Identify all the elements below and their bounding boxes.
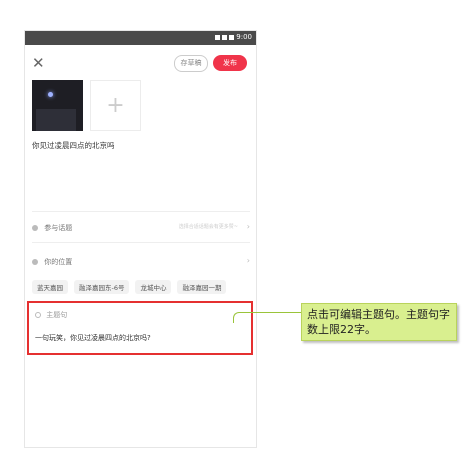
location-tag[interactable]: 龙城中心 — [135, 280, 172, 294]
theme-sentence-text[interactable]: 一句玩笑，你见过凌晨四点的北京吗? — [35, 333, 151, 343]
location-tag[interactable]: 融泽嘉园东-6号 — [74, 280, 130, 294]
status-time: 9:00 — [236, 33, 252, 41]
location-label: 你的位置 — [44, 258, 73, 266]
add-photo-button[interactable]: + — [90, 80, 141, 131]
location-icon — [32, 259, 38, 265]
topic-hint: 选择合适话题会有更多赞~ — [178, 224, 238, 230]
status-bar: 9:00 — [25, 31, 256, 45]
post-caption[interactable]: 你见过凌晨四点的北京吗 — [32, 140, 115, 151]
annotation-callout: 点击可编辑主题句。主题句字数上限22字。 — [301, 303, 457, 341]
topic-row[interactable]: 参与话题 选择合适话题会有更多赞~ › — [32, 222, 250, 233]
phone-screen: 9:00 ✕ 存草稿 发布 + 你见过凌晨四点的北京吗 参与话题 选择合适话题会… — [24, 30, 257, 448]
plus-icon: + — [106, 93, 125, 118]
location-tag[interactable]: 蓝天嘉园 — [32, 280, 68, 294]
topic-icon — [32, 225, 38, 231]
theme-label: 主题句 — [46, 311, 68, 319]
location-tag[interactable]: 融泽嘉园一期 — [177, 280, 227, 294]
close-icon[interactable]: ✕ — [32, 56, 45, 71]
publish-button[interactable]: 发布 — [213, 55, 247, 71]
topic-label: 参与话题 — [44, 224, 73, 232]
location-row[interactable]: 你的位置 › — [32, 256, 250, 267]
theme-icon — [35, 312, 41, 318]
photo-thumbnail[interactable] — [32, 80, 83, 131]
location-tags: 蓝天嘉园 融泽嘉园东-6号 龙城中心 融泽嘉园一期 — [32, 280, 227, 294]
save-draft-button[interactable]: 存草稿 — [174, 55, 208, 72]
battery-icon — [229, 34, 235, 40]
chevron-right-icon: › — [246, 256, 250, 265]
chevron-right-icon: › — [246, 222, 250, 231]
theme-sentence-box[interactable]: 主题句 一句玩笑，你见过凌晨四点的北京吗? — [27, 301, 253, 355]
signal-icon — [222, 34, 228, 40]
divider — [32, 242, 250, 243]
wifi-icon — [215, 34, 221, 40]
divider — [32, 211, 250, 212]
annotation-connector — [233, 312, 301, 323]
